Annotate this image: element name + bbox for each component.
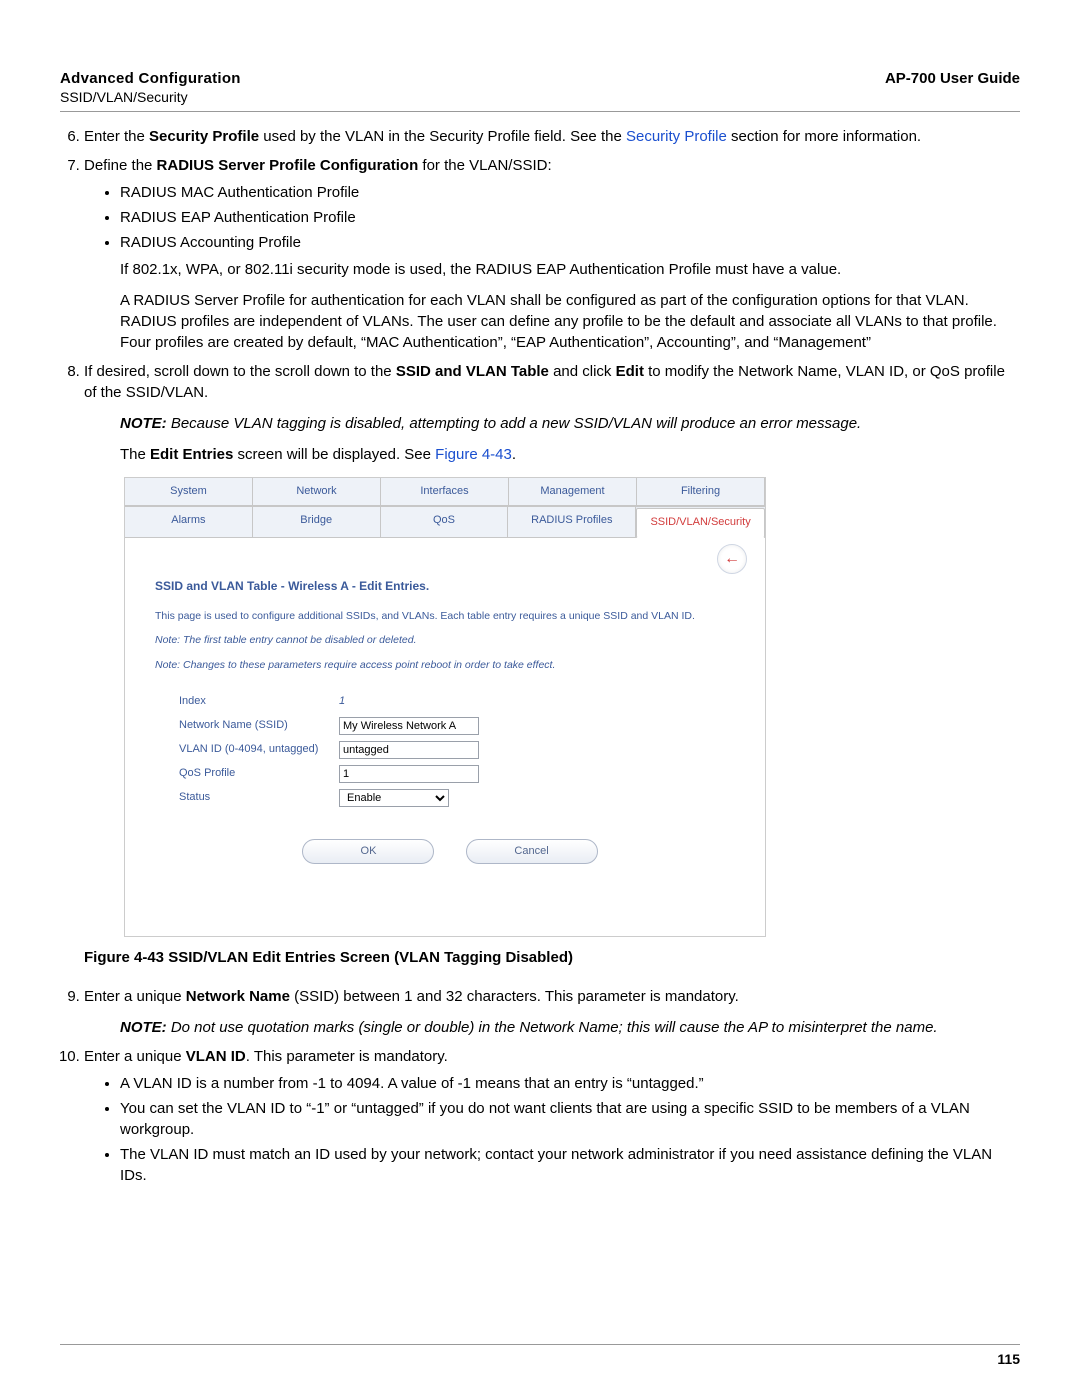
step-8: If desired, scroll down to the scroll do… [84, 361, 1020, 968]
header-divider [60, 111, 1020, 112]
step10-b: VLAN ID [186, 1048, 246, 1065]
step8-note-body: Because VLAN tagging is disabled, attemp… [167, 415, 862, 432]
step7-suffix: for the VLAN/SSID: [418, 157, 551, 174]
step8-p1c: and click [549, 363, 616, 380]
panel-note-2: Note: Changes to these parameters requir… [155, 658, 745, 673]
step-6: Enter the Security Profile used by the V… [84, 126, 1020, 147]
status-label: Status [179, 790, 339, 805]
step-7: Define the RADIUS Server Profile Configu… [84, 155, 1020, 353]
step7-para2: A RADIUS Server Profile for authenticati… [120, 290, 1020, 353]
tab-bridge[interactable]: Bridge [253, 507, 381, 536]
index-value: 1 [339, 694, 345, 709]
step9-b: Network Name [186, 988, 290, 1005]
step10-bullet-2: You can set the VLAN ID to “-1” or “unta… [120, 1098, 1020, 1140]
step9-note-body: Do not use quotation marks (single or do… [167, 1019, 938, 1036]
step8-p1d: Edit [616, 363, 644, 380]
page-number: 115 [60, 1351, 1020, 1367]
tab-interfaces[interactable]: Interfaces [381, 478, 509, 506]
step9-c: (SSID) between 1 and 32 characters. This… [290, 988, 739, 1005]
step6-mid: used by the VLAN in the Security Profile… [259, 128, 626, 145]
tab-radius-profiles[interactable]: RADIUS Profiles [508, 507, 636, 536]
step10-c: . This parameter is mandatory. [246, 1048, 448, 1065]
step8-p2b: Edit Entries [150, 446, 233, 463]
vlan-id-label: VLAN ID (0-4094, untagged) [179, 742, 339, 757]
tab-alarms[interactable]: Alarms [125, 507, 253, 536]
header-section-title: Advanced Configuration [60, 70, 241, 87]
status-select[interactable]: Enable [339, 789, 449, 807]
step7-prefix: Define the [84, 157, 157, 174]
header-guide-title: AP-700 User Guide [885, 70, 1020, 87]
panel-title: SSID and VLAN Table - Wireless A - Edit … [155, 578, 745, 595]
step-10: Enter a unique VLAN ID. This parameter i… [84, 1046, 1020, 1186]
step10-bullet-3: The VLAN ID must match an ID used by you… [120, 1144, 1020, 1186]
vlan-id-input[interactable] [339, 741, 479, 759]
step8-note-label: NOTE: [120, 415, 167, 432]
header-subsection: SSID/VLAN/Security [60, 89, 1020, 105]
step7-bold: RADIUS Server Profile Configuration [157, 157, 419, 174]
step8-p2a: The [120, 446, 150, 463]
step8-p2c: screen will be displayed. See [233, 446, 435, 463]
cancel-button[interactable]: Cancel [466, 839, 598, 864]
step8-p1b: SSID and VLAN Table [396, 363, 549, 380]
figure-caption: Figure 4-43 SSID/VLAN Edit Entries Scree… [84, 947, 1020, 968]
back-arrow-icon[interactable]: ← [717, 544, 747, 574]
panel-note-1: Note: The first table entry cannot be di… [155, 633, 745, 648]
step6-bold: Security Profile [149, 128, 259, 145]
qos-profile-label: QoS Profile [179, 766, 339, 781]
step6-suffix: section for more information. [727, 128, 921, 145]
security-profile-link[interactable]: Security Profile [626, 128, 727, 145]
index-label: Index [179, 694, 339, 709]
ok-button[interactable]: OK [302, 839, 434, 864]
tab-ssid-vlan-security[interactable]: SSID/VLAN/Security [636, 508, 765, 537]
figure-4-43-link[interactable]: Figure 4-43 [435, 446, 512, 463]
tab-network[interactable]: Network [253, 478, 381, 506]
tab-system[interactable]: System [125, 478, 253, 506]
edit-entries-screenshot: System Network Interfaces Management Fil… [124, 477, 766, 937]
step8-p1a: If desired, scroll down to the scroll do… [84, 363, 396, 380]
tab-qos[interactable]: QoS [381, 507, 509, 536]
step7-bullet-3: RADIUS Accounting Profile [120, 232, 1020, 253]
step9-a: Enter a unique [84, 988, 186, 1005]
ssid-label: Network Name (SSID) [179, 718, 339, 733]
step8-p2d: . [512, 446, 516, 463]
step9-note-label: NOTE: [120, 1019, 167, 1036]
tab-management[interactable]: Management [509, 478, 637, 506]
step6-prefix: Enter the [84, 128, 149, 145]
step7-bullet-2: RADIUS EAP Authentication Profile [120, 207, 1020, 228]
step10-bullet-1: A VLAN ID is a number from -1 to 4094. A… [120, 1073, 1020, 1094]
panel-desc: This page is used to configure additiona… [155, 609, 745, 624]
ssid-input[interactable] [339, 717, 479, 735]
step7-para1: If 802.1x, WPA, or 802.11i security mode… [120, 259, 1020, 280]
footer-divider [60, 1344, 1020, 1345]
tab-filtering[interactable]: Filtering [637, 478, 765, 506]
step-9: Enter a unique Network Name (SSID) betwe… [84, 986, 1020, 1038]
qos-profile-input[interactable] [339, 765, 479, 783]
step10-a: Enter a unique [84, 1048, 186, 1065]
step7-bullet-1: RADIUS MAC Authentication Profile [120, 182, 1020, 203]
